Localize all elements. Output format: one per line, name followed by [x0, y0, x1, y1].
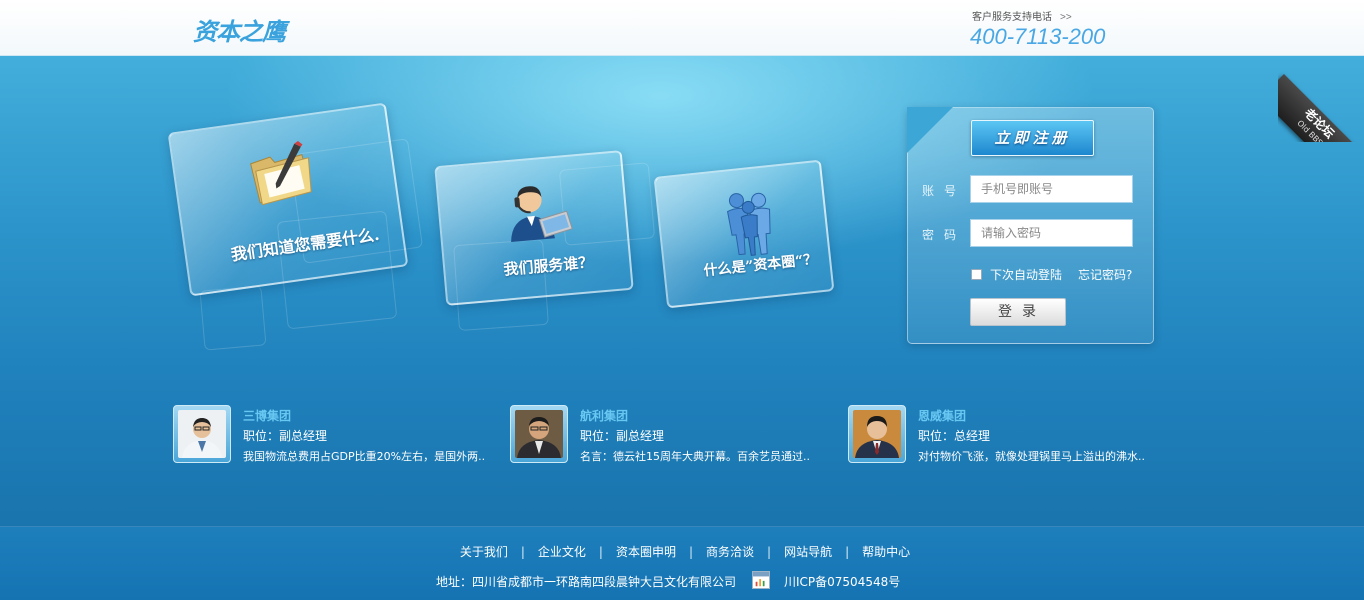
old-bbs-ribbon[interactable]: 老论坛 Old BBS [1278, 56, 1364, 142]
remember-me-label[interactable]: 下次自动登陆 [990, 266, 1062, 283]
hotline-number: 400-7113-200 [970, 24, 1106, 49]
site-logo[interactable]: 资本之鹰 [193, 12, 286, 47]
testimonial-position: 职位：副总经理 [243, 429, 328, 443]
testimonial-company[interactable]: 三博集团 [243, 407, 291, 424]
hero-section: 我们知道您需要什么. 我们服务谁？ 什么是”资本圈“？ 立即注册 账号 手机号即… [0, 56, 1364, 526]
feature-card-needs[interactable]: 我们知道您需要什么. [167, 102, 409, 297]
register-button[interactable]: 立即注册 [971, 120, 1094, 156]
footer-nav: 关于我们 | 企业文化 | 资本圈申明 | 商务洽谈 | 网站导航 | 帮助中心 [0, 543, 1364, 560]
testimonial-quote: 对付物价飞涨，就像处理锅里马上溢出的沸水.. [918, 450, 1145, 463]
customer-support-icon [511, 186, 573, 243]
footer-link-sitemap[interactable]: 网站导航 [784, 545, 832, 559]
decorative-frame [199, 285, 267, 351]
testimonial-position: 职位：总经理 [918, 429, 991, 443]
cnzz-stats-icon[interactable] [752, 571, 770, 589]
site-header: 资本之鹰 客户服务支持电话 >> 400-7113-200 [0, 0, 1364, 56]
footer-link-statement[interactable]: 资本圈申明 [616, 545, 676, 559]
card-who-we-serve-text: 我们服务谁？ [502, 253, 594, 279]
person-photo-icon [515, 410, 563, 458]
password-input[interactable] [970, 219, 1133, 247]
footer-separator: | [520, 545, 525, 559]
password-label: 密码 [922, 228, 967, 242]
people-group-icon [727, 192, 771, 256]
avatar [510, 405, 568, 463]
testimonial-card[interactable]: 航利集团 职位：副总经理 名言：德云社15周年大典开幕。百余艺员通过.. [510, 405, 840, 465]
card-capital-circle-text: 什么是”资本圈“？ [702, 251, 819, 280]
site-footer: 关于我们 | 企业文化 | 资本圈申明 | 商务洽谈 | 网站导航 | 帮助中心 地址：四川省成都市… [0, 526, 1364, 600]
footer-link-help[interactable]: 帮助中心 [862, 545, 910, 559]
account-input[interactable] [970, 175, 1133, 203]
testimonial-company[interactable]: 航利集团 [580, 407, 628, 424]
testimonial-card[interactable]: 三博集团 职位：副总经理 我国物流总费用占GDP比重20%左右，是国外两.. [173, 405, 503, 465]
remember-me-checkbox[interactable] [971, 269, 982, 280]
folder-pen-icon [250, 141, 312, 206]
card-needs-text: 我们知道您需要什么. [229, 224, 381, 265]
feature-card-who-we-serve[interactable]: 我们服务谁？ [434, 150, 634, 306]
footer-separator: | [688, 545, 694, 559]
hotline-arrow: >> [1060, 12, 1072, 23]
person-photo-icon [178, 410, 226, 458]
hotline-label: 客户服务支持电话 >> [972, 8, 1072, 23]
footer-link-business[interactable]: 商务洽谈 [706, 545, 754, 559]
testimonial-card[interactable]: 恩威集团 职位：总经理 对付物价飞涨，就像处理锅里马上溢出的沸水.. [848, 405, 1178, 465]
person-photo-icon [853, 410, 901, 458]
testimonial-quote: 我国物流总费用占GDP比重20%左右，是国外两.. [243, 450, 486, 463]
account-label: 账号 [922, 184, 967, 198]
avatar [848, 405, 906, 463]
feature-card-capital-circle[interactable]: 什么是”资本圈“？ [653, 159, 835, 309]
old-bbs-band: 老论坛 Old BBS [1278, 74, 1364, 142]
login-panel: 立即注册 账号 密码 下次自动登陆 忘记密码? 登录 [907, 107, 1154, 344]
footer-link-about[interactable]: 关于我们 [460, 545, 508, 559]
login-button[interactable]: 登录 [970, 298, 1066, 326]
avatar [173, 405, 231, 463]
footer-separator: | [845, 545, 850, 559]
hotline-label-text: 客户服务支持电话 [972, 12, 1052, 23]
testimonial-position: 职位：副总经理 [580, 429, 665, 443]
footer-link-culture[interactable]: 企业文化 [538, 545, 586, 559]
icp-license[interactable]: 川ICP备07504548号 [784, 573, 900, 590]
testimonial-quote: 名言：德云社15周年大典开幕。百余艺员通过.. [580, 450, 810, 463]
testimonial-company[interactable]: 恩威集团 [918, 407, 966, 424]
footer-separator: | [598, 545, 603, 559]
footer-address: 地址：四川省成都市一环路南四段晨钟大吕文化有限公司 [436, 575, 737, 589]
forgot-password-link[interactable]: 忘记密码? [1078, 266, 1132, 283]
footer-separator: | [767, 545, 772, 559]
